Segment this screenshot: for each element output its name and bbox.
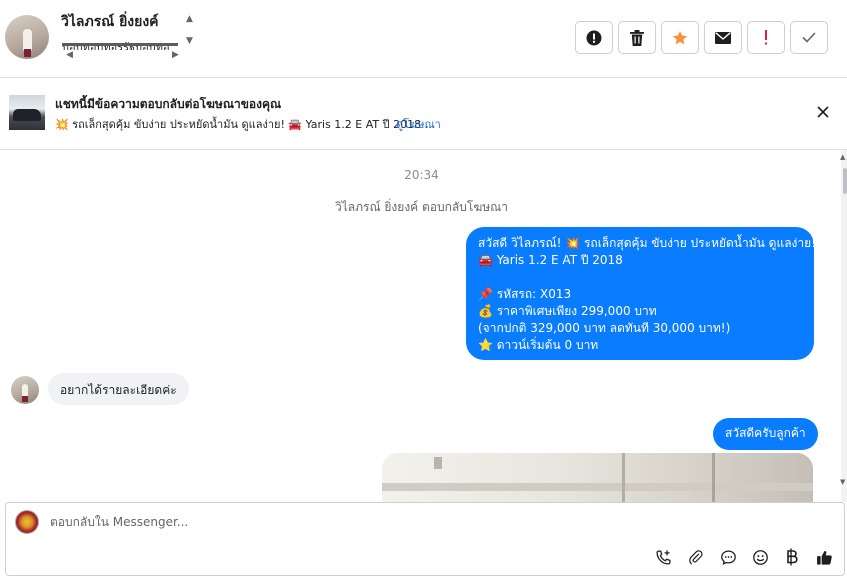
scroll-up-icon[interactable]: ▲	[840, 153, 847, 161]
contact-name[interactable]: วิไลภรณ์ ยิ่งยงค์	[61, 11, 159, 33]
contact-avatar[interactable]	[5, 15, 49, 59]
scrollbar-thumb[interactable]	[843, 168, 847, 194]
report-button[interactable]	[575, 21, 613, 54]
payment-button[interactable]	[782, 547, 802, 567]
check-icon	[802, 32, 816, 43]
star-icon	[673, 30, 687, 44]
thumbs-up-icon	[816, 550, 832, 565]
saved-replies-button[interactable]	[718, 547, 738, 567]
ad-reply-banner: แชทนี้มีข้อความตอบกลับต่อโฆษณาของคุณ 💥 ร…	[0, 79, 847, 150]
ad-banner-title: แชทนี้มีข้อความตอบกลับต่อโฆษณาของคุณ	[55, 97, 282, 111]
view-ad-link[interactable]: ดูโฆษณา	[396, 115, 441, 133]
attach-button[interactable]	[686, 547, 706, 567]
trash-icon	[630, 29, 644, 46]
done-button[interactable]	[790, 21, 828, 54]
scroll-left-icon[interactable]: ◀	[66, 50, 73, 60]
ad-thumbnail[interactable]	[9, 95, 45, 130]
paperclip-icon	[689, 549, 703, 564]
scroll-down-icon[interactable]: ▼	[840, 478, 845, 486]
conversation-header: วิไลภรณ์ ยิ่งยงค์ ▲ ▼ บอบทอบทอรรัฐบอบทอ …	[0, 0, 847, 78]
collapse-down-icon[interactable]: ▼	[186, 36, 193, 46]
incoming-message[interactable]: อยากได้รายละเอียดค่ะ	[48, 373, 189, 405]
message-line: 💰 ราคาพิเศษเพียง 299,000 บาท	[478, 304, 657, 318]
outgoing-message[interactable]: สวัสดี วิไลภรณ์! 💥 รถเล็กสุดคุ้ม ขับง่าย…	[466, 227, 816, 360]
emoji-icon	[752, 549, 768, 565]
close-icon[interactable]	[815, 104, 831, 120]
mark-unread-button[interactable]	[704, 21, 742, 54]
message-line: 🚘 Yaris 1.2 E AT ปี 2018	[478, 253, 623, 267]
message-line: สวัสดี วิไลภรณ์! 💥 รถเล็กสุดคุ้ม ขับง่าย…	[478, 236, 816, 250]
phone-plus-icon	[655, 549, 671, 565]
collapse-up-icon[interactable]: ▲	[186, 14, 193, 24]
envelope-icon	[715, 31, 731, 44]
message-thread[interactable]: 20:34 วิไลภรณ์ ยิ่งยงค์ ตอบกลับโฆษณา สวั…	[0, 150, 847, 502]
important-button[interactable]	[747, 21, 785, 54]
star-button[interactable]	[661, 21, 699, 54]
emoji-button[interactable]	[750, 547, 770, 567]
chat-bubble-icon	[720, 549, 736, 565]
exclamation-circle-icon	[586, 30, 602, 45]
like-button[interactable]	[814, 547, 834, 567]
page-avatar	[15, 510, 39, 534]
delete-button[interactable]	[618, 21, 656, 54]
system-note: วิไลภรณ์ ยิ่งยงค์ ตอบกลับโฆษณา	[334, 200, 509, 214]
call-button[interactable]	[653, 547, 673, 567]
message-line	[478, 269, 802, 286]
ad-banner-description: 💥 รถเล็กสุดคุ้ม ขับง่าย ประหยัดน้ำมัน ดู…	[55, 118, 436, 131]
scroll-right-icon[interactable]: ▶	[172, 50, 179, 60]
attached-photo[interactable]	[382, 453, 813, 502]
thread-scrollbar[interactable]	[841, 150, 847, 502]
message-composer	[5, 502, 845, 576]
reply-input[interactable]	[50, 515, 550, 529]
baht-icon	[787, 548, 798, 566]
message-timestamp: 20:34	[404, 168, 439, 182]
message-line: ⭐ ดาวน์เริ่มต้น 0 บาท	[478, 338, 599, 352]
outgoing-message[interactable]: สวัสดีครับลูกค้า	[713, 418, 818, 450]
message-line: 📌 รหัสรถ: X013	[478, 287, 572, 301]
message-line: (จากปกติ 329,000 บาท ลดทันที 30,000 บาท!…	[478, 321, 731, 335]
subtitle-scroll-track	[62, 43, 178, 46]
exclamation-icon	[765, 30, 767, 45]
sender-avatar[interactable]	[11, 376, 39, 404]
